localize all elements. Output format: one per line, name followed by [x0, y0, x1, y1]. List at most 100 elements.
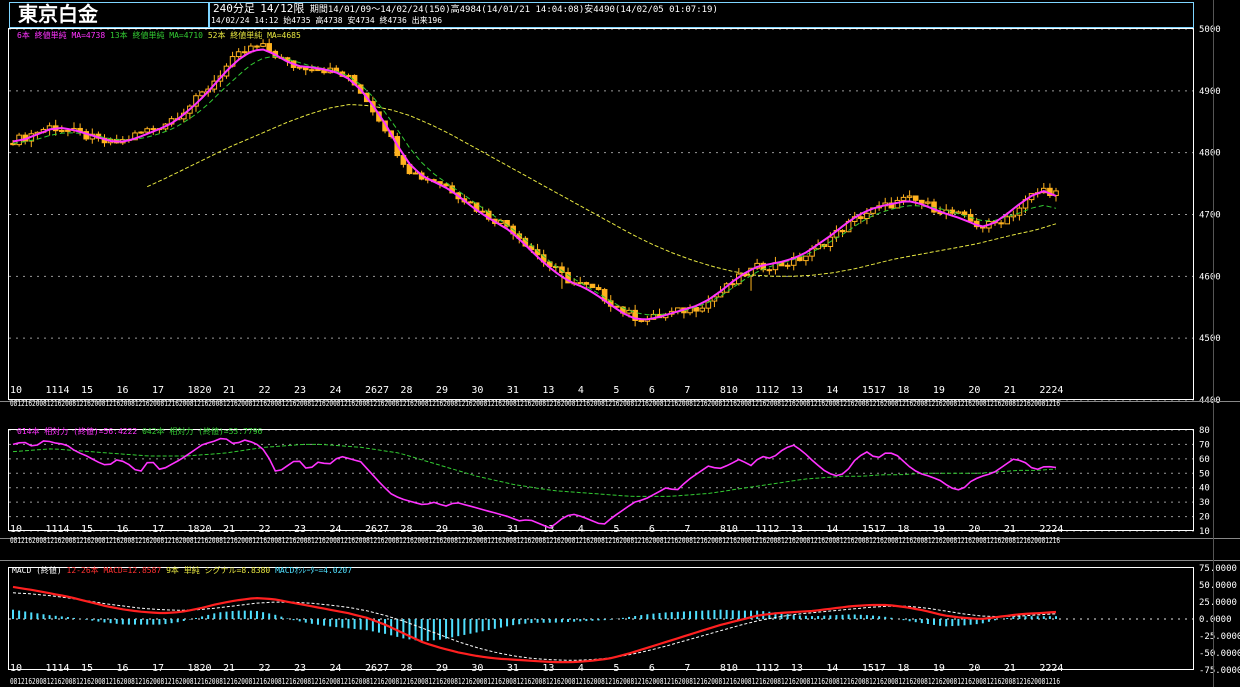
date-label: 6	[649, 385, 655, 396]
date-label: 4	[578, 663, 584, 674]
date-label: 1114	[45, 663, 69, 674]
date-label: 19	[933, 663, 945, 674]
pane-frame	[8, 567, 1194, 670]
date-label: 2224	[1039, 524, 1063, 535]
date-label: 23	[294, 663, 306, 674]
date-label: 28	[400, 385, 412, 396]
date-label: 30	[471, 524, 483, 535]
y-tick-label: 4600	[1199, 272, 1221, 282]
date-label: 14	[826, 385, 838, 396]
date-label: 29	[436, 663, 448, 674]
candle	[58, 129, 65, 132]
candle	[1016, 207, 1023, 216]
candle	[315, 69, 321, 72]
date-label: 31	[507, 524, 519, 535]
candle	[961, 211, 968, 216]
date-label: 7	[684, 524, 690, 535]
date-label: 10	[10, 663, 22, 674]
candle	[235, 51, 242, 58]
candle	[309, 69, 315, 72]
date-label: 10	[10, 385, 22, 396]
candle	[864, 212, 870, 219]
date-label: 18	[897, 663, 909, 674]
period-type: 240分足	[213, 2, 255, 15]
date-label: 17	[152, 385, 164, 396]
legend-oscillator: MACDｵｼﾚｰﾀｰ=4.0207	[275, 566, 353, 575]
candle	[260, 43, 266, 47]
date-label: 5	[613, 385, 619, 396]
date-label: 21	[223, 385, 235, 396]
date-label: 7	[684, 663, 690, 674]
chart-canvas: 5000490048004700460045004400807060504030…	[0, 0, 1240, 687]
candle	[589, 283, 596, 289]
y-tick-label: 40	[1199, 484, 1210, 494]
date-label: 15	[81, 385, 93, 396]
candle	[925, 201, 931, 204]
date-label: 2627	[365, 524, 389, 535]
y-tick-label: 80	[1199, 426, 1210, 436]
date-label: 1517	[862, 385, 886, 396]
date-label: 5	[613, 524, 619, 535]
date-label: 6	[649, 524, 655, 535]
pane-frame	[8, 28, 1194, 400]
date-label: 6	[649, 663, 655, 674]
date-label: 1112	[755, 524, 779, 535]
candle	[412, 172, 419, 175]
date-label: 16	[116, 385, 128, 396]
date-label: 15	[81, 663, 93, 674]
price-legend: 6本 終値単純 MA=4738 13本 終値単純 MA=4710 52本 終値単…	[17, 31, 301, 41]
date-label: 31	[507, 663, 519, 674]
candle	[699, 307, 706, 312]
legend-ma13: 13本 終値単純 MA=4710	[110, 31, 203, 40]
date-label: 30	[471, 385, 483, 396]
date-label: 22	[258, 663, 270, 674]
y-tick-label: 5000	[1199, 25, 1221, 35]
candle	[900, 196, 907, 201]
date-label: 1517	[862, 524, 886, 535]
contract-month: 14/12限	[260, 2, 305, 15]
candle	[138, 131, 144, 134]
candle	[638, 319, 645, 322]
date-label: 23	[294, 524, 306, 535]
date-label: 1517	[862, 663, 886, 674]
y-tick-label: 20	[1199, 513, 1210, 523]
date-label: 1114	[45, 385, 69, 396]
y-tick-label: 50	[1199, 469, 1210, 479]
candle	[803, 255, 809, 262]
date-label: 1112	[755, 385, 779, 396]
date-label: 19	[933, 524, 945, 535]
candle	[1004, 216, 1011, 225]
date-label: 2627	[365, 663, 389, 674]
date-label: 18	[897, 524, 909, 535]
y-tick-label: 4700	[1199, 211, 1221, 221]
candle	[583, 282, 590, 285]
y-tick-label: 60	[1199, 455, 1210, 465]
macd-legend: MACD (終値) 12-26本 MACD=12.8587 9本 単純 シグナル…	[12, 566, 352, 576]
range-info: 期間14/01/09～14/02/24(150)高4984(14/01/21 1…	[309, 5, 718, 15]
date-label: 20	[968, 524, 980, 535]
date-label: 22	[258, 524, 270, 535]
date-label: 13	[791, 524, 803, 535]
y-tick-label: -75.0000	[1199, 666, 1240, 676]
legend-macd: 12-26本 MACD=12.8587	[66, 566, 162, 575]
date-label: 7	[684, 385, 690, 396]
time-strip: 0812162008121620081216200812162008121620…	[10, 399, 1060, 408]
date-label: 28	[400, 524, 412, 535]
ma6-line	[12, 48, 1057, 321]
ma52-line	[146, 104, 1057, 277]
legend-ma52: 52本 終値単純 MA=4685	[207, 31, 301, 40]
date-label: 1820	[187, 663, 211, 674]
date-label: 29	[436, 524, 448, 535]
candle	[254, 45, 260, 48]
date-label: 2224	[1039, 385, 1063, 396]
date-label: 810	[720, 524, 738, 535]
candle	[906, 195, 913, 198]
date-label: 19	[933, 385, 945, 396]
date-label: 21	[1004, 663, 1016, 674]
date-label: 23	[294, 385, 306, 396]
date-label: 13	[542, 385, 554, 396]
y-tick-label: -50.0000	[1199, 649, 1240, 659]
date-label: 22	[258, 385, 270, 396]
pane-frame	[8, 429, 1194, 531]
y-tick-label: 50.0000	[1199, 581, 1237, 591]
